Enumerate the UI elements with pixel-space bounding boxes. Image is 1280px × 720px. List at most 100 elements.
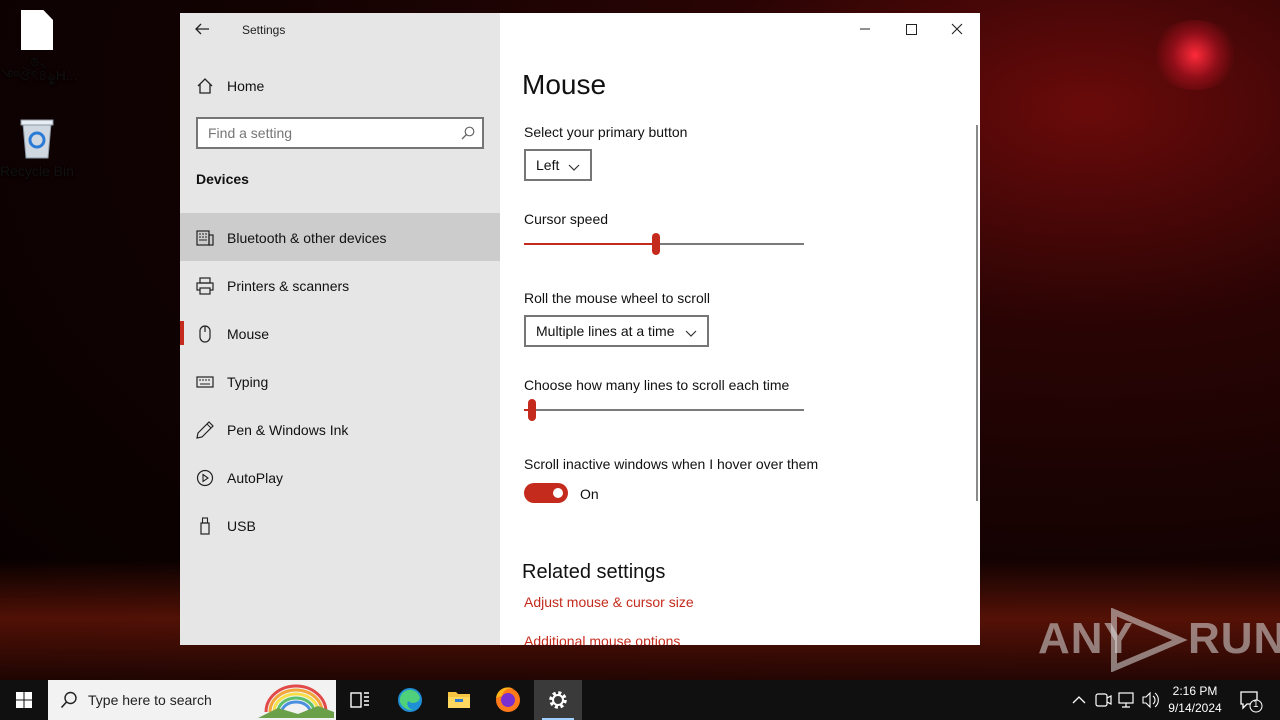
pen-icon — [196, 421, 214, 439]
edge-taskbar-button[interactable] — [386, 680, 434, 720]
windows-logo-icon — [16, 692, 32, 708]
wallpaper-glow — [1150, 20, 1240, 90]
toggle-knob — [553, 488, 563, 498]
network-tray-button[interactable] — [1116, 680, 1138, 720]
page-title: Mouse — [522, 69, 607, 100]
home-label: Home — [227, 78, 265, 94]
primary-button-dropdown[interactable]: Left — [524, 149, 592, 181]
show-hidden-icons-button[interactable] — [1068, 680, 1090, 720]
sidebar-item-pen[interactable]: Pen & Windows Ink — [180, 405, 500, 453]
gear-icon — [549, 691, 567, 709]
maximize-button[interactable] — [888, 13, 934, 45]
mouse-icon — [196, 325, 214, 343]
sidebar-item-bluetooth[interactable]: Bluetooth & other devices — [180, 213, 500, 261]
desktop-file-label: ঙ৲ ༇ঔৎ৪ৡৢH... — [0, 53, 78, 83]
cursor-speed-slider[interactable] — [524, 233, 806, 257]
dropdown-value: Multiple lines at a time — [536, 323, 675, 339]
scroll-lines-label: Choose how many lines to scroll each tim… — [524, 377, 790, 393]
home-nav[interactable]: Home — [180, 71, 500, 103]
home-icon — [196, 77, 214, 95]
selection-indicator — [180, 321, 184, 345]
section-heading: Devices — [196, 171, 249, 187]
meet-now-tray-button[interactable] — [1092, 680, 1114, 720]
keyboard-device-icon — [196, 229, 214, 247]
taskbar-search-box[interactable]: Type here to search — [48, 680, 336, 720]
start-button[interactable] — [0, 680, 48, 720]
sidebar-item-label: USB — [227, 518, 256, 534]
notification-icon — [1240, 691, 1263, 713]
settings-sidebar: Settings Home Find a setting Devices Blu… — [180, 13, 500, 645]
sidebar-item-mouse[interactable]: Mouse — [180, 309, 500, 357]
search-highlight-image — [258, 682, 334, 718]
usb-icon — [196, 517, 214, 535]
primary-button-label: Select your primary button — [524, 124, 688, 140]
settings-content: Mouse Select your primary button Left Cu… — [500, 13, 980, 645]
window-title: Settings — [242, 23, 286, 37]
chevron-down-icon — [568, 160, 580, 171]
sidebar-item-printers[interactable]: Printers & scanners — [180, 261, 500, 309]
settings-search-input[interactable]: Find a setting — [196, 117, 484, 149]
file-explorer-taskbar-button[interactable] — [435, 680, 483, 720]
folder-icon — [448, 692, 470, 708]
volume-tray-button[interactable] — [1140, 680, 1162, 720]
printer-icon — [196, 277, 214, 295]
sidebar-item-label: Typing — [227, 374, 269, 390]
back-arrow-icon — [195, 23, 209, 35]
close-button[interactable] — [934, 13, 980, 45]
recycle-bin-shortcut[interactable]: Recycle Bin — [0, 116, 74, 178]
settings-taskbar-button[interactable] — [534, 680, 582, 720]
adjust-cursor-size-link[interactable]: Adjust mouse & cursor size — [524, 594, 694, 610]
recycle-bin-icon — [19, 116, 55, 160]
watermark-right-text: RUN — [1188, 614, 1280, 663]
sidebar-item-label: Mouse — [227, 326, 270, 342]
slider-thumb[interactable] — [652, 233, 660, 255]
slider-thumb[interactable] — [528, 399, 536, 421]
caption-buttons — [842, 13, 980, 45]
scroll-lines-slider[interactable] — [524, 399, 806, 423]
scroll-mode-dropdown[interactable]: Multiple lines at a time — [524, 315, 709, 347]
chevron-up-icon — [1072, 696, 1086, 704]
minimize-button[interactable] — [842, 13, 888, 45]
search-icon — [461, 126, 475, 140]
action-center-button[interactable]: 1 — [1234, 680, 1270, 720]
toggle-state-label: On — [580, 486, 599, 502]
edge-icon — [398, 688, 422, 712]
desktop-file-icon[interactable]: ঙ৲ ༇ঔৎ৪ৡৢH... — [0, 10, 78, 82]
search-placeholder: Find a setting — [208, 125, 293, 141]
clock-time: 2:16 PM — [1172, 684, 1218, 698]
keyboard-icon — [196, 373, 214, 391]
sidebar-item-usb[interactable]: USB — [180, 501, 500, 549]
firefox-taskbar-button[interactable] — [484, 680, 532, 720]
file-icon — [21, 10, 53, 50]
inactive-scroll-label: Scroll inactive windows when I hover ove… — [524, 456, 819, 472]
cursor-speed-label: Cursor speed — [524, 211, 609, 227]
sidebar-item-label: AutoPlay — [227, 470, 284, 486]
play-logo-icon — [1111, 608, 1188, 672]
firefox-icon — [496, 687, 520, 712]
task-view-button[interactable] — [336, 680, 384, 720]
taskbar-search-placeholder: Type here to search — [88, 692, 212, 708]
meet-now-icon — [1095, 693, 1112, 707]
sidebar-item-autoplay[interactable]: AutoPlay — [180, 453, 500, 501]
back-button[interactable] — [194, 21, 214, 39]
sidebar-item-typing[interactable]: Typing — [180, 357, 500, 405]
volume-icon — [1142, 691, 1159, 709]
related-settings-heading: Related settings — [522, 561, 666, 583]
network-icon — [1118, 692, 1134, 708]
scroll-mode-label: Roll the mouse wheel to scroll — [524, 290, 710, 306]
sidebar-item-label: Printers & scanners — [227, 278, 350, 294]
additional-mouse-options-link[interactable]: Additional mouse options — [524, 633, 680, 645]
taskbar: Type here to search 2:16 PM 9/14/2024 1 — [0, 680, 1280, 720]
clock-date: 9/14/2024 — [1168, 701, 1222, 715]
taskbar-clock[interactable]: 2:16 PM 9/14/2024 — [1160, 683, 1230, 717]
slider-fill — [524, 243, 656, 245]
recycle-bin-label: Recycle Bin — [0, 163, 74, 179]
slider-track — [524, 409, 804, 411]
dropdown-value: Left — [536, 157, 560, 173]
sidebar-item-label: Bluetooth & other devices — [227, 230, 387, 246]
scrollbar[interactable] — [976, 125, 978, 501]
task-view-icon — [350, 692, 369, 708]
close-icon — [951, 23, 963, 35]
maximize-icon — [906, 24, 917, 35]
inactive-scroll-toggle[interactable] — [524, 483, 568, 503]
